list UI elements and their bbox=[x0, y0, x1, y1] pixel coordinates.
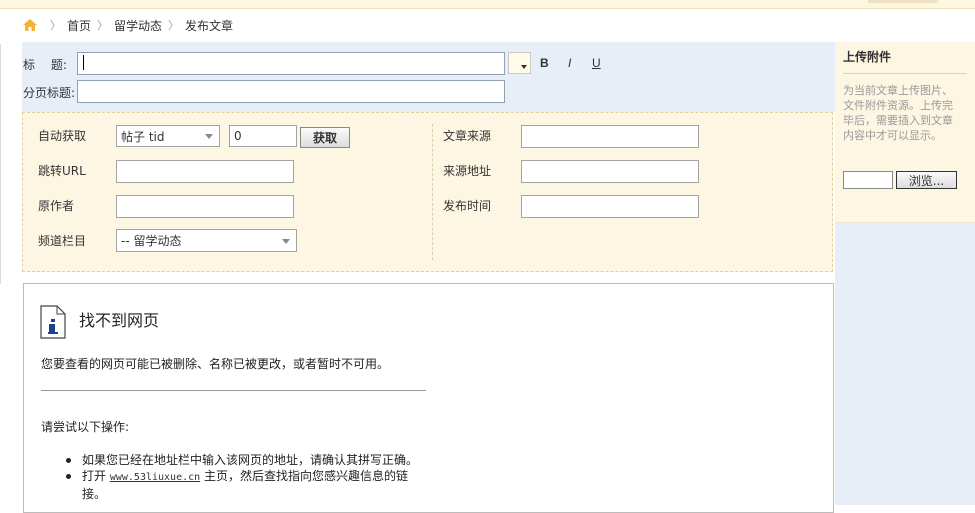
title-label: 标 题: bbox=[23, 58, 67, 72]
redirect-url-label: 跳转URL bbox=[38, 164, 86, 178]
embedded-error-page: 找不到网页 您要查看的网页可能已被删除、名称已被更改，或者暂时不可用。 请尝试以… bbox=[23, 283, 834, 513]
breadcrumb-channel-link[interactable]: 留学动态 bbox=[114, 17, 162, 34]
breadcrumb-separator-icon: 〉 bbox=[168, 19, 180, 32]
source-label: 文章来源 bbox=[443, 129, 492, 143]
author-label: 原作者 bbox=[38, 199, 75, 213]
fetch-button[interactable]: 获取 bbox=[300, 127, 350, 148]
breadcrumb-separator-icon: 〉 bbox=[97, 19, 109, 32]
top-strip-tab bbox=[868, 0, 938, 3]
meta-divider bbox=[432, 124, 433, 260]
suggestion-prefix: 打开 bbox=[82, 469, 107, 483]
breadcrumb-current: 发布文章 bbox=[185, 18, 234, 33]
attachment-title: 上传附件 bbox=[843, 50, 892, 64]
dropdown-arrow-icon bbox=[521, 65, 527, 69]
publish-time-label: 发布时间 bbox=[443, 199, 492, 213]
dropdown-arrow-icon bbox=[282, 238, 290, 244]
list-item: 如果您已经在地址栏中输入该网页的地址，请确认其拼写正确。 bbox=[66, 452, 426, 468]
source-type-value: 帖子 tid bbox=[121, 129, 165, 144]
source-input[interactable] bbox=[521, 125, 699, 148]
channel-label: 频道栏目 bbox=[38, 234, 87, 248]
source-url-label: 来源地址 bbox=[443, 164, 492, 178]
title-color-picker[interactable] bbox=[508, 52, 531, 74]
home-icon[interactable] bbox=[22, 18, 38, 32]
subtitle-input[interactable] bbox=[77, 80, 505, 103]
error-try-heading: 请尝试以下操作: bbox=[41, 420, 130, 434]
source-type-select[interactable]: 帖子 tid bbox=[116, 125, 220, 147]
bullet-icon bbox=[66, 474, 71, 479]
browse-button[interactable]: 浏览... bbox=[896, 171, 957, 189]
breadcrumb: 〉 首页 〉 留学动态 〉 发布文章 bbox=[22, 15, 233, 35]
author-input[interactable] bbox=[116, 195, 294, 218]
error-title: 找不到网页 bbox=[79, 311, 160, 330]
title-input[interactable] bbox=[77, 52, 505, 75]
homepage-link[interactable]: www.53liuxue.cn bbox=[110, 472, 200, 483]
file-path-input[interactable] bbox=[843, 171, 893, 189]
italic-button[interactable]: I bbox=[568, 56, 571, 70]
subtitle-label: 分页标题: bbox=[23, 86, 76, 100]
attachment-panel: 上传附件 为当前文章上传图片、文件附件资源。上传完毕后，需要插入到文章内容中才可… bbox=[835, 42, 975, 223]
source-url-input[interactable] bbox=[521, 160, 699, 183]
tid-input[interactable] bbox=[229, 125, 297, 147]
breadcrumb-home-link[interactable]: 首页 bbox=[67, 17, 91, 34]
publish-time-input[interactable] bbox=[521, 195, 699, 218]
left-border-line bbox=[0, 44, 1, 284]
attachment-divider bbox=[843, 73, 967, 74]
error-suggestion-list: 如果您已经在地址栏中输入该网页的地址，请确认其拼写正确。 打开 www.53li… bbox=[66, 452, 426, 502]
channel-select[interactable]: -- 留学动态 bbox=[116, 229, 297, 252]
breadcrumb-separator-icon: 〉 bbox=[50, 19, 61, 32]
dropdown-arrow-icon bbox=[205, 134, 213, 139]
error-description: 您要查看的网页可能已被删除、名称已被更改，或者暂时不可用。 bbox=[41, 357, 390, 371]
redirect-url-input[interactable] bbox=[116, 160, 294, 183]
top-notice-strip bbox=[0, 0, 975, 9]
auto-fetch-label: 自动获取 bbox=[38, 129, 87, 143]
channel-select-value: -- 留学动态 bbox=[121, 234, 182, 248]
error-divider bbox=[41, 390, 426, 391]
attachment-description: 为当前文章上传图片、文件附件资源。上传完毕后，需要插入到文章内容中才可以显示。 bbox=[843, 84, 953, 142]
suggestion-text: 如果您已经在地址栏中输入该网页的地址，请确认其拼写正确。 bbox=[82, 453, 419, 467]
underline-button[interactable]: U bbox=[592, 56, 601, 70]
info-page-icon bbox=[40, 305, 66, 339]
text-cursor bbox=[83, 55, 84, 70]
list-item: 打开 www.53liuxue.cn 主页，然后查找指向您感兴趣信息的链接。 bbox=[66, 468, 426, 502]
bold-button[interactable]: B bbox=[540, 56, 549, 70]
bullet-icon bbox=[66, 458, 71, 463]
